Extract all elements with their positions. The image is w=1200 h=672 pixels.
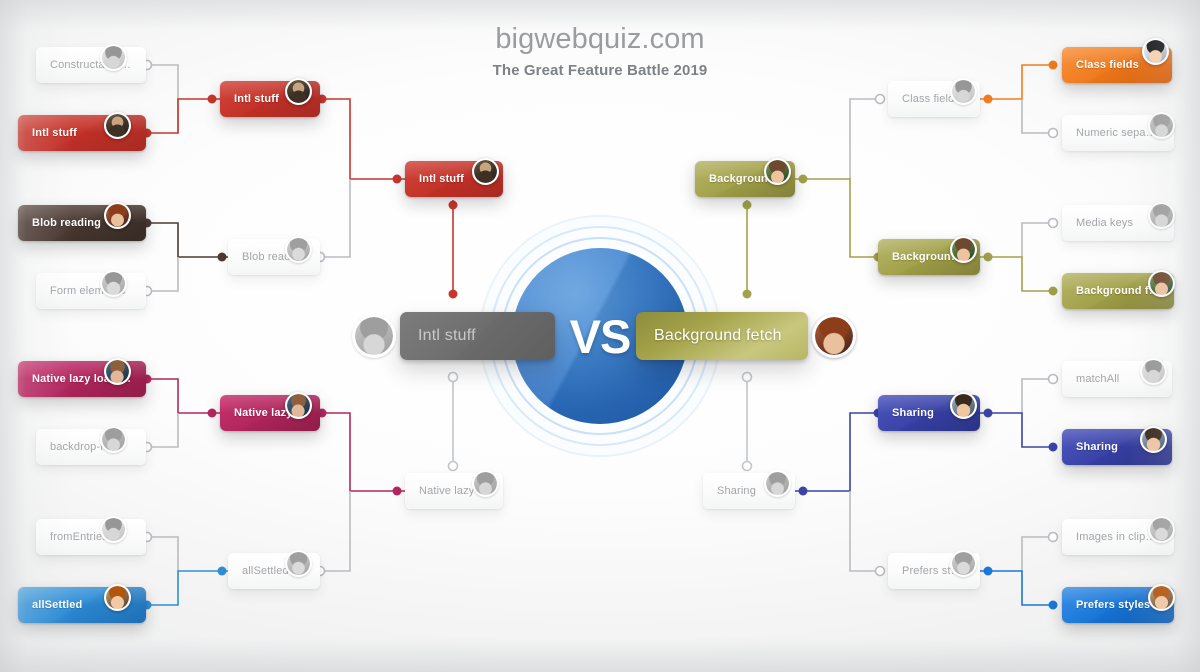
entry-avatar[interactable] (950, 236, 977, 263)
entry-label: matchAll (1076, 373, 1120, 385)
finalist-left-avatar[interactable] (352, 314, 396, 358)
entry-avatar[interactable] (285, 78, 312, 105)
finalist-left[interactable]: Intl stuff (400, 312, 555, 360)
finalist-right-avatar[interactable] (812, 314, 856, 358)
entry-label: Intl stuff (419, 173, 464, 185)
entry-avatar[interactable] (1148, 202, 1175, 229)
entry-avatar[interactable] (104, 584, 131, 611)
entry-avatar[interactable] (100, 270, 127, 297)
entry-label: allSettled (242, 565, 289, 577)
entry-avatar[interactable] (764, 158, 791, 185)
entry-avatar[interactable] (472, 158, 499, 185)
page-subtitle: The Great Feature Battle 2019 (492, 62, 708, 80)
entry-avatar[interactable] (1148, 112, 1175, 139)
finalist-left-label: Intl stuff (418, 327, 476, 344)
entry-avatar[interactable] (104, 358, 131, 385)
entry-avatar[interactable] (1140, 426, 1167, 453)
entry-label: Intl stuff (234, 93, 279, 105)
site-title: bigwebquiz.com (495, 23, 705, 55)
entry-avatar[interactable] (764, 470, 791, 497)
bracket-entry[interactable]: backdrop-filter (36, 429, 146, 465)
entry-avatar[interactable] (285, 236, 312, 263)
entry-label: Sharing (717, 485, 756, 497)
bracket-entry[interactable]: Form elements (36, 273, 146, 309)
entry-avatar[interactable] (950, 392, 977, 419)
tournament-bracket-page: bigwebquiz.com The Great Feature Battle … (0, 0, 1200, 672)
entry-label: Prefers styles (1076, 599, 1151, 611)
entry-label: fromEntries (50, 531, 108, 543)
entry-label: Blob reading (32, 217, 102, 229)
finalist-right[interactable]: Background fetch (636, 312, 808, 360)
entry-avatar[interactable] (100, 516, 127, 543)
entry-avatar[interactable] (1148, 584, 1175, 611)
entry-avatar[interactable] (950, 78, 977, 105)
entry-avatar[interactable] (1140, 358, 1167, 385)
entry-avatar[interactable] (285, 550, 312, 577)
bracket-entry[interactable]: fromEntries (36, 519, 146, 555)
entry-label: allSettled (32, 599, 83, 611)
entry-label: Numeric separators (1076, 127, 1160, 139)
page-header: bigwebquiz.com The Great Feature Battle … (0, 23, 1200, 80)
entry-label: Media keys (1076, 217, 1134, 229)
entry-avatar[interactable] (1148, 270, 1175, 297)
entry-avatar[interactable] (104, 112, 131, 139)
entry-label: Sharing (892, 407, 934, 419)
entry-avatar[interactable] (950, 550, 977, 577)
entry-avatar[interactable] (285, 392, 312, 419)
entry-label: Images in clipboard (1076, 531, 1160, 543)
entry-avatar[interactable] (1148, 516, 1175, 543)
entry-avatar[interactable] (104, 202, 131, 229)
entry-label: Intl stuff (32, 127, 77, 139)
entry-label: Sharing (1076, 441, 1118, 453)
finalist-right-label: Background fetch (654, 327, 782, 344)
entry-label: Background fetch (1076, 285, 1160, 297)
entry-avatar[interactable] (472, 470, 499, 497)
entry-avatar[interactable] (100, 426, 127, 453)
